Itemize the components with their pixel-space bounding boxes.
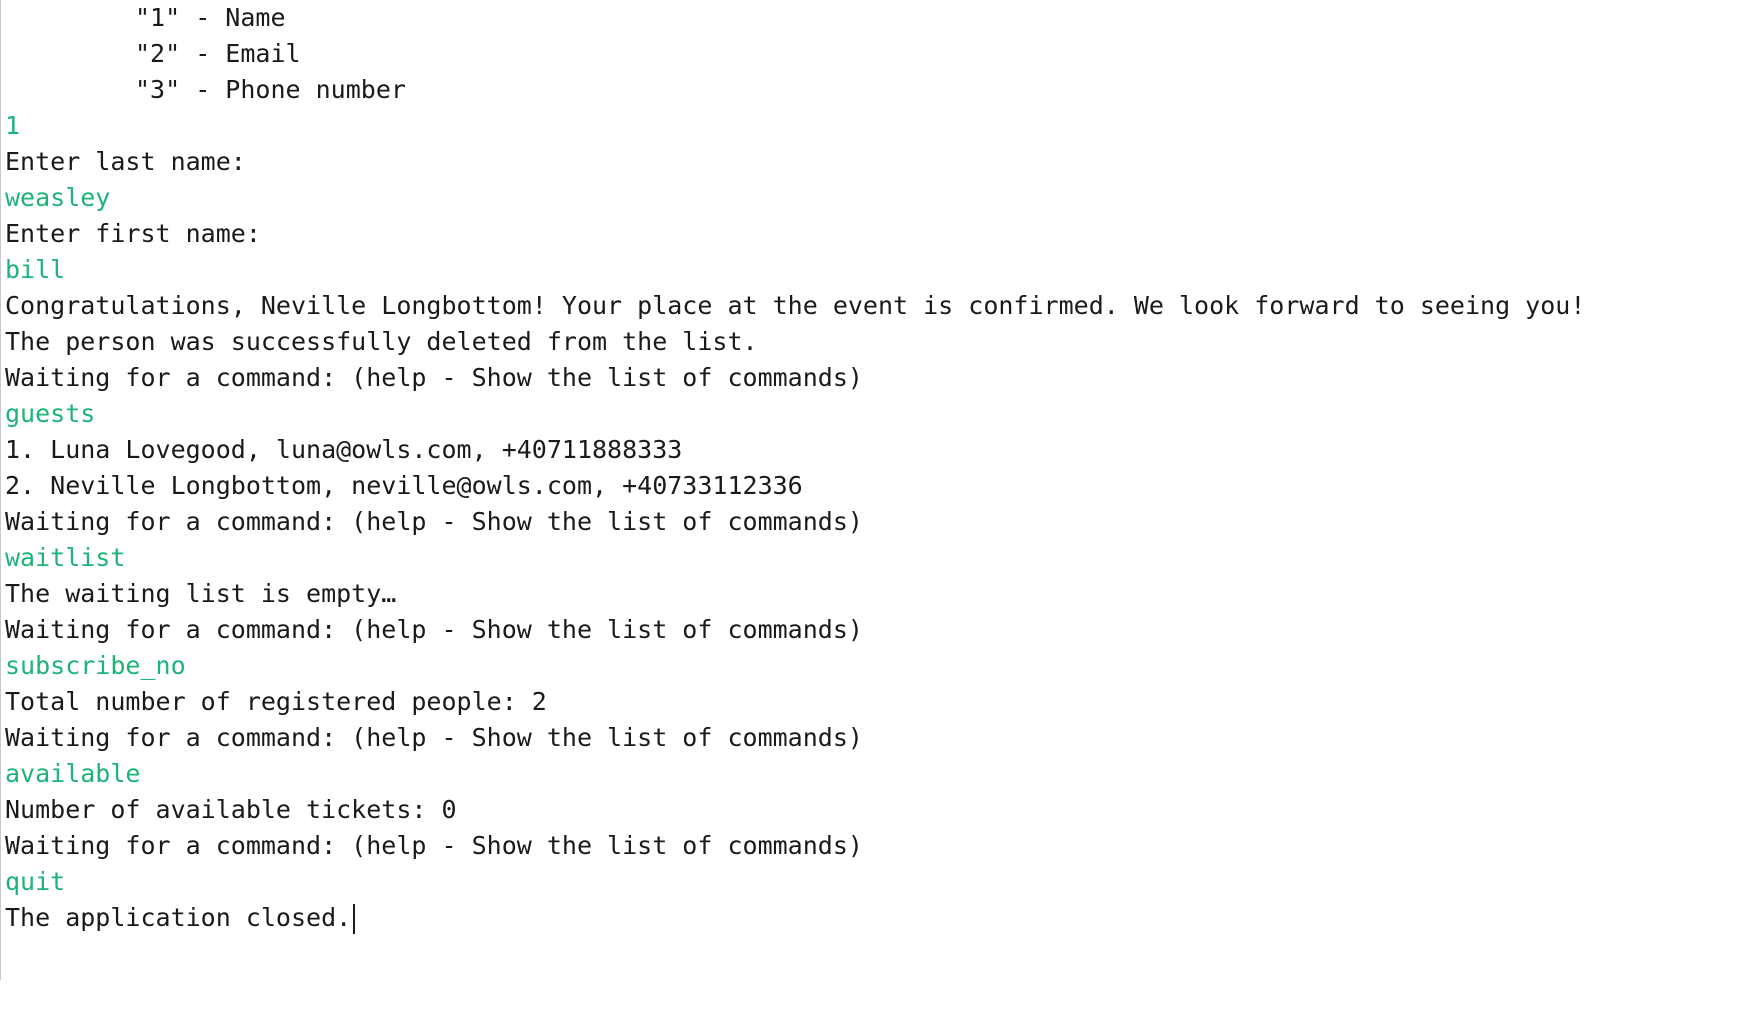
console-line-text: bill <box>5 255 66 284</box>
console-line-text: Enter first name: <box>5 219 261 248</box>
console-input-line: bill <box>5 252 1585 288</box>
console-output-area[interactable]: "1" - Name "2" - Email "3" - Phone number 1… <box>0 0 1749 980</box>
console-output-line: Total number of registered people: 2 <box>5 684 1585 720</box>
console-line-text: Waiting for a command: (help - Show the … <box>5 615 863 644</box>
console-line-text: Congratulations, Neville Longbottom! You… <box>5 291 1586 320</box>
console-input-line: available <box>5 756 1585 792</box>
console-output-line: Enter first name: <box>5 216 1585 252</box>
console-line-text: Number of available tickets: 0 <box>5 795 457 824</box>
console-line-text: The person was successfully deleted from… <box>5 327 758 356</box>
console-lines: "1" - Name "2" - Email "3" - Phone number 1… <box>5 0 1585 936</box>
console-input-line: subscribe_no <box>5 648 1585 684</box>
console-line-text: "2" - Email <box>135 39 301 68</box>
console-line-text: The application closed. <box>5 903 352 932</box>
console-line-text: available <box>5 759 141 788</box>
console-line-text: 2. Neville Longbottom, neville@owls.com,… <box>5 471 803 500</box>
console-output-line: Waiting for a command: (help - Show the … <box>5 504 1585 540</box>
console-line-text: "3" - Phone number <box>135 75 406 104</box>
console-line-text: Total number of registered people: 2 <box>5 687 547 716</box>
console-output-line: The application closed. <box>5 900 1585 936</box>
console-output-line: Waiting for a command: (help - Show the … <box>5 360 1585 396</box>
console-output-line: Waiting for a command: (help - Show the … <box>5 828 1585 864</box>
console-line-text: The waiting list is empty… <box>5 579 397 608</box>
console-output-line: The waiting list is empty… <box>5 576 1585 612</box>
console-input-line: weasley <box>5 180 1585 216</box>
console-line-text: waitlist <box>5 543 126 572</box>
console-output-line: The person was successfully deleted from… <box>5 324 1585 360</box>
console-line-text: 1 <box>5 111 21 140</box>
console-output-line: "2" - Email <box>5 36 1585 72</box>
console-output-line: Enter last name: <box>5 144 1585 180</box>
console-line-text: quit <box>5 867 66 896</box>
console-input-line: guests <box>5 396 1585 432</box>
console-output-line: 1. Luna Lovegood, luna@owls.com, +407118… <box>5 432 1585 468</box>
console-output-line: Waiting for a command: (help - Show the … <box>5 720 1585 756</box>
console-line-text: Enter last name: <box>5 147 246 176</box>
console-input-line: 1 <box>5 108 1585 144</box>
console-line-text: subscribe_no <box>5 651 186 680</box>
console-line-text: Waiting for a command: (help - Show the … <box>5 363 863 392</box>
console-output-line: Congratulations, Neville Longbottom! You… <box>5 288 1585 324</box>
console-output-line: Number of available tickets: 0 <box>5 792 1585 828</box>
console-line-text: "1" - Name <box>135 3 286 32</box>
console-line-text: weasley <box>5 183 111 212</box>
console-input-line: quit <box>5 864 1585 900</box>
console-line-text: guests <box>5 399 96 428</box>
console-line-text: Waiting for a command: (help - Show the … <box>5 831 863 860</box>
console-output-line: Waiting for a command: (help - Show the … <box>5 612 1585 648</box>
console-input-line: waitlist <box>5 540 1585 576</box>
console-output-line: "1" - Name <box>5 0 1585 36</box>
console-line-text: Waiting for a command: (help - Show the … <box>5 507 863 536</box>
console-output-line: 2. Neville Longbottom, neville@owls.com,… <box>5 468 1585 504</box>
console-line-text: Waiting for a command: (help - Show the … <box>5 723 863 752</box>
console-line-text: 1. Luna Lovegood, luna@owls.com, +407118… <box>5 435 683 464</box>
console-output-line: "3" - Phone number <box>5 72 1585 108</box>
text-cursor <box>353 904 356 934</box>
